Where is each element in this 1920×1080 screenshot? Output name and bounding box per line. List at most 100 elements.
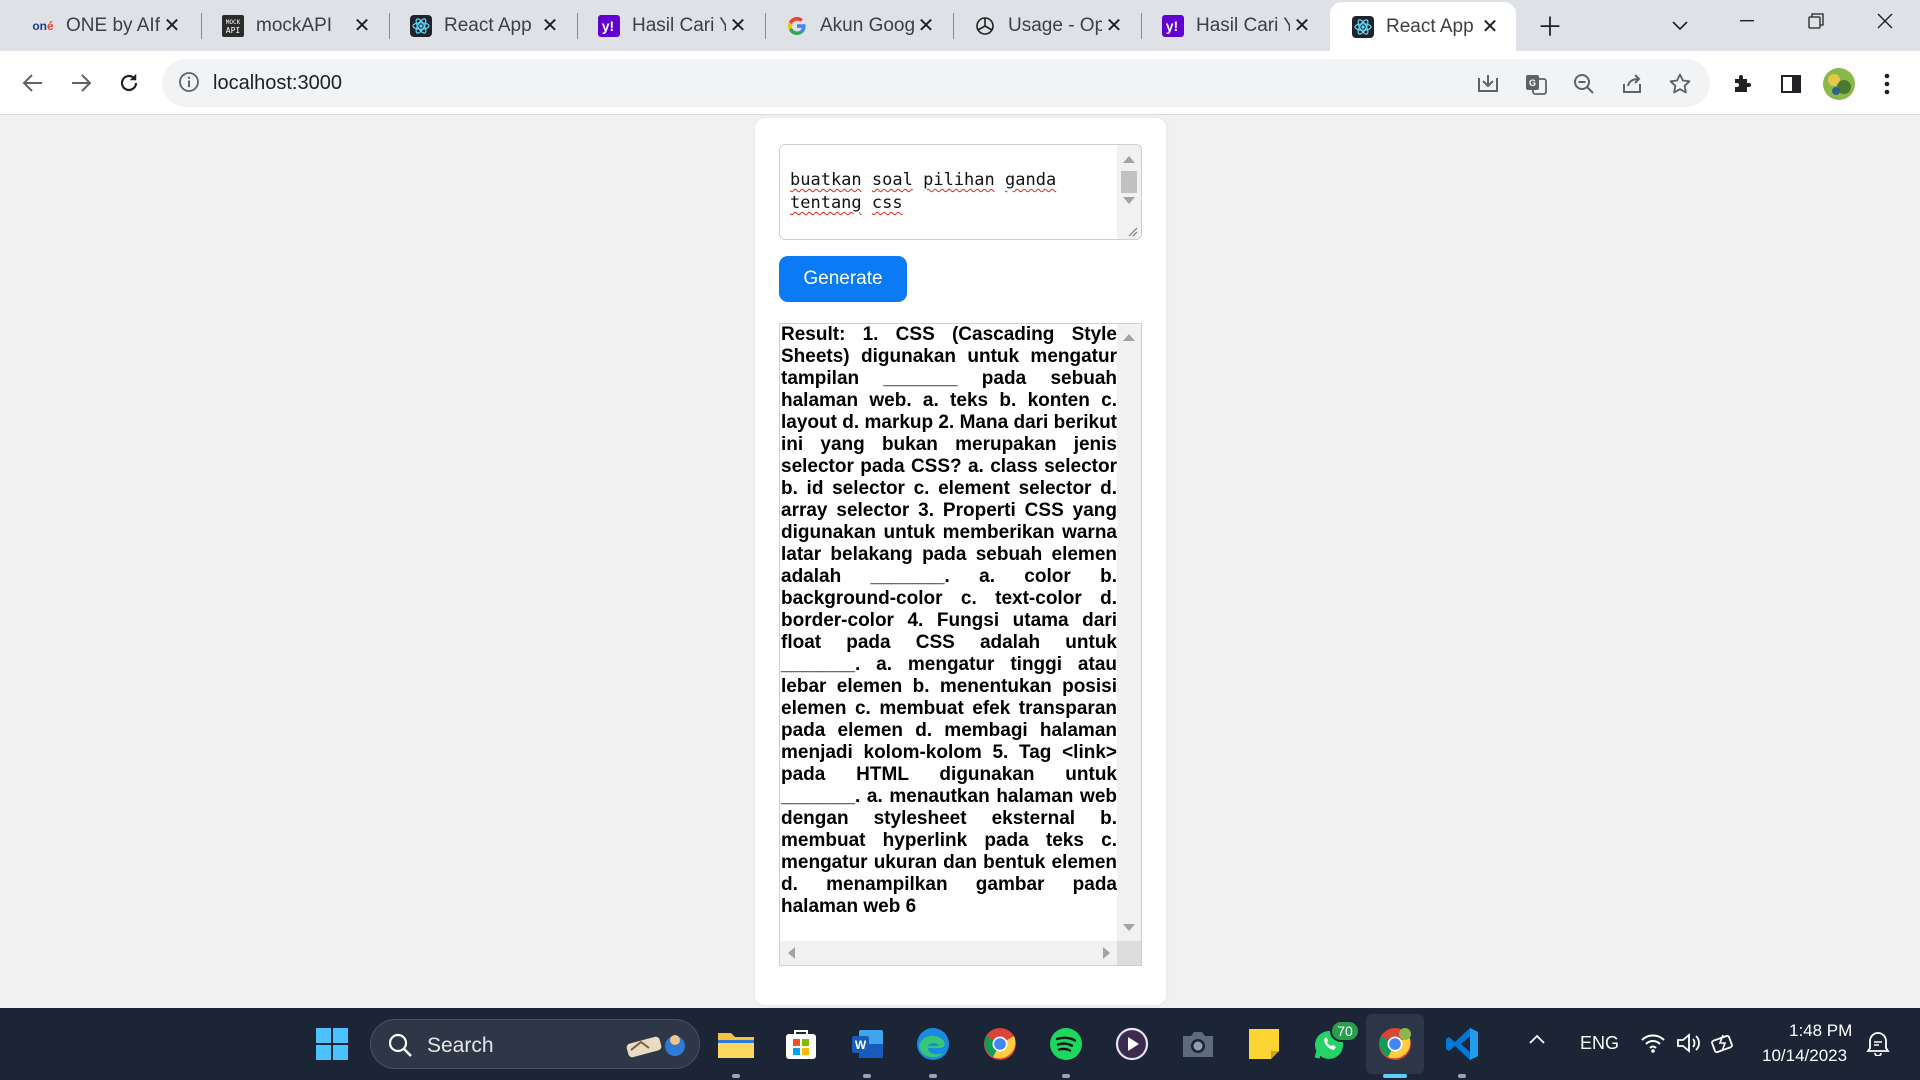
active-indicator xyxy=(1383,1074,1407,1078)
zoom-out-icon[interactable] xyxy=(1571,71,1597,97)
prompt-word: tentang xyxy=(790,193,862,213)
url-text[interactable]: localhost:3000 xyxy=(213,72,342,95)
minimize-icon[interactable] xyxy=(1716,0,1778,42)
prompt-word: buatkan xyxy=(790,170,862,190)
bookmark-star-icon[interactable] xyxy=(1667,71,1693,97)
svg-text:MOCK: MOCK xyxy=(226,19,241,26)
result-horizontal-scrollbar[interactable] xyxy=(780,941,1118,965)
back-arrow-icon[interactable] xyxy=(15,65,51,101)
profile-avatar[interactable] xyxy=(1822,67,1856,101)
wifi-icon[interactable] xyxy=(1640,1032,1666,1059)
media-player-icon[interactable] xyxy=(1110,1022,1154,1066)
scroll-thumb[interactable] xyxy=(1121,171,1137,193)
close-tab-icon[interactable]: ✕ xyxy=(538,14,562,38)
battery-charging-icon[interactable] xyxy=(1711,1031,1737,1060)
language-indicator[interactable]: ENG xyxy=(1580,1033,1619,1054)
google-chrome-icon[interactable] xyxy=(978,1022,1022,1066)
search-label: Search xyxy=(427,1034,494,1057)
close-window-icon[interactable] xyxy=(1854,0,1916,42)
windows-start-icon[interactable] xyxy=(310,1022,354,1066)
close-tab-icon[interactable]: ✕ xyxy=(350,14,374,38)
restore-icon[interactable] xyxy=(1785,0,1847,42)
reload-icon[interactable] xyxy=(111,65,147,101)
chrome-menu-kebab-icon[interactable] xyxy=(1874,71,1900,97)
prompt-textarea[interactable]: buatkan soal pilihan ganda tentang css xyxy=(779,144,1142,240)
yahoo-logo-icon: y! xyxy=(598,14,620,37)
site-info-icon[interactable] xyxy=(178,71,202,95)
svg-text:y!: y! xyxy=(1166,18,1178,34)
file-explorer-icon[interactable] xyxy=(714,1022,758,1066)
browser-toolbar: localhost:3000 G xyxy=(0,51,1920,115)
tab-title: Hasil Cari Y xyxy=(1196,14,1290,36)
notification-bell-icon[interactable] xyxy=(1866,1030,1890,1061)
close-tab-icon[interactable]: ✕ xyxy=(160,14,184,38)
scroll-up-arrow-icon[interactable] xyxy=(1123,156,1135,163)
search-highlight-illustration-icon xyxy=(621,1028,693,1067)
tab-title: React App xyxy=(1386,15,1474,37)
sticky-notes-icon[interactable] xyxy=(1242,1022,1286,1066)
svg-text:G: G xyxy=(1529,78,1536,88)
microsoft-edge-icon[interactable] xyxy=(911,1022,955,1066)
volume-icon[interactable] xyxy=(1676,1032,1702,1059)
show-hidden-icons-chevron-icon[interactable] xyxy=(1528,1032,1546,1050)
tab-title: ONE by AIf xyxy=(66,14,160,36)
microsoft-word-icon[interactable]: W xyxy=(845,1022,889,1066)
google-chrome-active-icon[interactable] xyxy=(1373,1022,1417,1066)
running-indicator xyxy=(1458,1074,1466,1078)
address-bar[interactable]: localhost:3000 G xyxy=(162,59,1710,107)
camera-icon[interactable] xyxy=(1176,1022,1220,1066)
close-tab-icon[interactable]: ✕ xyxy=(914,14,938,38)
react-logo-icon xyxy=(1352,15,1374,38)
resize-grip-icon[interactable] xyxy=(1126,224,1138,237)
running-indicator xyxy=(929,1074,937,1078)
tab-openai-usage[interactable]: Usage - Op ✕ xyxy=(952,0,1140,51)
react-logo-icon xyxy=(410,14,432,37)
tab-title: Hasil Cari Y xyxy=(632,14,726,36)
running-indicator xyxy=(863,1074,871,1078)
taskbar-search-box[interactable]: Search xyxy=(370,1019,700,1069)
vscode-icon[interactable] xyxy=(1440,1022,1484,1066)
openai-logo-icon xyxy=(974,15,996,37)
scroll-up-arrow-icon[interactable] xyxy=(1123,334,1135,341)
generate-button[interactable]: Generate xyxy=(779,256,907,302)
tab-one-by-aif[interactable]: oné ONE by AIf ✕ xyxy=(10,0,198,51)
close-tab-icon[interactable]: ✕ xyxy=(1102,14,1126,38)
result-output[interactable]: Result: 1. CSS (Cascading Style Sheets) … xyxy=(779,323,1142,966)
prompt-word: soal xyxy=(871,170,913,190)
close-tab-icon[interactable]: ✕ xyxy=(1478,15,1502,39)
tab-search-chevron-icon[interactable] xyxy=(1660,0,1700,51)
result-vertical-scrollbar[interactable] xyxy=(1117,324,1141,943)
whatsapp-unread-badge: 70 xyxy=(1330,1020,1360,1042)
scrollbar-corner xyxy=(1117,941,1141,965)
prompt-text[interactable]: buatkan soal pilihan ganda tentang css xyxy=(790,169,1110,215)
tab-react-app-active[interactable]: React App ✕ xyxy=(1330,2,1516,51)
mockapi-logo-icon: MOCK API xyxy=(222,14,244,37)
close-tab-icon[interactable]: ✕ xyxy=(726,14,750,38)
tab-mockapi[interactable]: MOCK API mockAPI ✕ xyxy=(200,0,388,51)
page-viewport: buatkan soal pilihan ganda tentang css G… xyxy=(0,116,1920,1008)
scroll-left-arrow-icon[interactable] xyxy=(788,947,795,959)
tab-yahoo-search[interactable]: y! Hasil Cari Y ✕ xyxy=(576,0,764,51)
scroll-right-arrow-icon[interactable] xyxy=(1103,947,1110,959)
extensions-puzzle-icon[interactable] xyxy=(1730,71,1756,97)
spotify-icon[interactable] xyxy=(1044,1022,1088,1066)
clock-time[interactable]: 1:48 PM xyxy=(1789,1021,1852,1041)
forward-arrow-icon[interactable] xyxy=(63,65,99,101)
side-panel-icon[interactable] xyxy=(1778,71,1804,97)
yahoo-logo-icon: y! xyxy=(1162,14,1184,37)
install-app-icon[interactable] xyxy=(1475,71,1501,97)
microsoft-store-icon[interactable] xyxy=(779,1022,823,1066)
tab-yahoo-search-2[interactable]: y! Hasil Cari Y ✕ xyxy=(1140,0,1328,51)
scroll-down-arrow-icon[interactable] xyxy=(1123,924,1135,931)
translate-icon[interactable]: G xyxy=(1523,71,1549,97)
result-text: Result: 1. CSS (Cascading Style Sheets) … xyxy=(781,324,1117,917)
tab-react-app[interactable]: React App ✕ xyxy=(388,0,576,51)
share-icon[interactable] xyxy=(1619,71,1645,97)
clock-date[interactable]: 10/14/2023 xyxy=(1762,1046,1847,1066)
tab-title: Usage - Op xyxy=(1008,14,1102,36)
tab-google-account[interactable]: Akun Goog ✕ xyxy=(764,0,952,51)
scroll-down-arrow-icon[interactable] xyxy=(1123,197,1135,204)
svg-text:W: W xyxy=(855,1038,867,1052)
new-tab-plus-icon[interactable]: ＋ xyxy=(1530,0,1570,51)
close-tab-icon[interactable]: ✕ xyxy=(1290,14,1314,38)
